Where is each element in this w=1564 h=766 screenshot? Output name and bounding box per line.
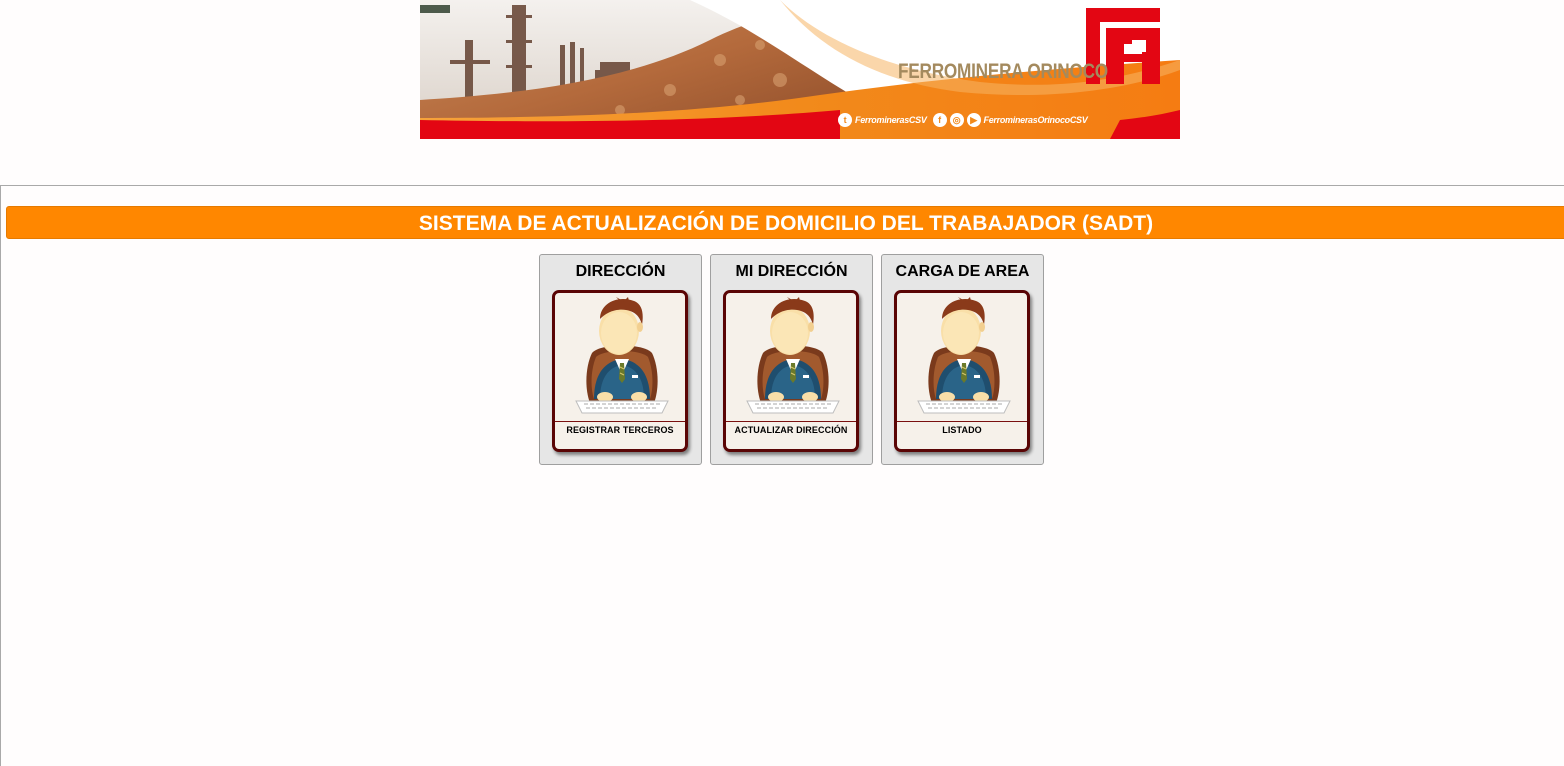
social-links: t FerrominerasCSV f ◎ ▶ FerrominerasOrin… [838, 112, 1088, 128]
page-title: SISTEMA DE ACTUALIZACIÓN DE DOMICILIO DE… [418, 212, 1154, 235]
listado-button[interactable]: LISTADO [894, 290, 1030, 452]
tile-divider [726, 421, 856, 422]
actualizar-direccion-button[interactable]: ACTUALIZAR DIRECCIÓN [723, 290, 859, 452]
header-banner: FERROMINERA ORINOCO t FerrominerasCSV f … [420, 0, 1180, 139]
tile-label: LISTADO [942, 425, 982, 435]
card-title: MI DIRECCIÓN [735, 263, 848, 280]
tile-label: REGISTRAR TERCEROS [566, 425, 674, 435]
page-title-bar: SISTEMA DE ACTUALIZACIÓN DE DOMICILIO DE… [6, 206, 1564, 239]
twitter-icon[interactable]: t [838, 113, 852, 127]
card-mi-direccion: MI DIRECCIÓN ACTUALIZAR DIRECCIÓN [710, 254, 873, 465]
tile-divider [555, 421, 685, 422]
tile-divider [897, 421, 1027, 422]
twitter-handle: FerrominerasCSV [855, 115, 927, 125]
registrar-terceros-button[interactable]: REGISTRAR TERCEROS [552, 290, 688, 452]
youtube-handle: FerrominerasOrinocoCSV [983, 115, 1088, 125]
card-carga-de-area: CARGA DE AREA LISTADO [881, 254, 1044, 465]
facebook-icon[interactable]: f [932, 113, 947, 127]
office-worker-icon [575, 296, 669, 414]
office-worker-icon [917, 296, 1011, 414]
card-direccion: DIRECCIÓN REGISTRAR TERCEROS [539, 254, 702, 465]
instagram-icon[interactable]: ◎ [949, 113, 964, 127]
brand-name: FERROMINERA ORINOCO [898, 60, 1108, 83]
card-title: CARGA DE AREA [895, 263, 1030, 280]
youtube-icon[interactable]: ▶ [966, 113, 981, 127]
office-worker-icon [746, 296, 840, 414]
tile-label: ACTUALIZAR DIRECCIÓN [734, 425, 848, 435]
card-title: DIRECCIÓN [575, 263, 666, 280]
